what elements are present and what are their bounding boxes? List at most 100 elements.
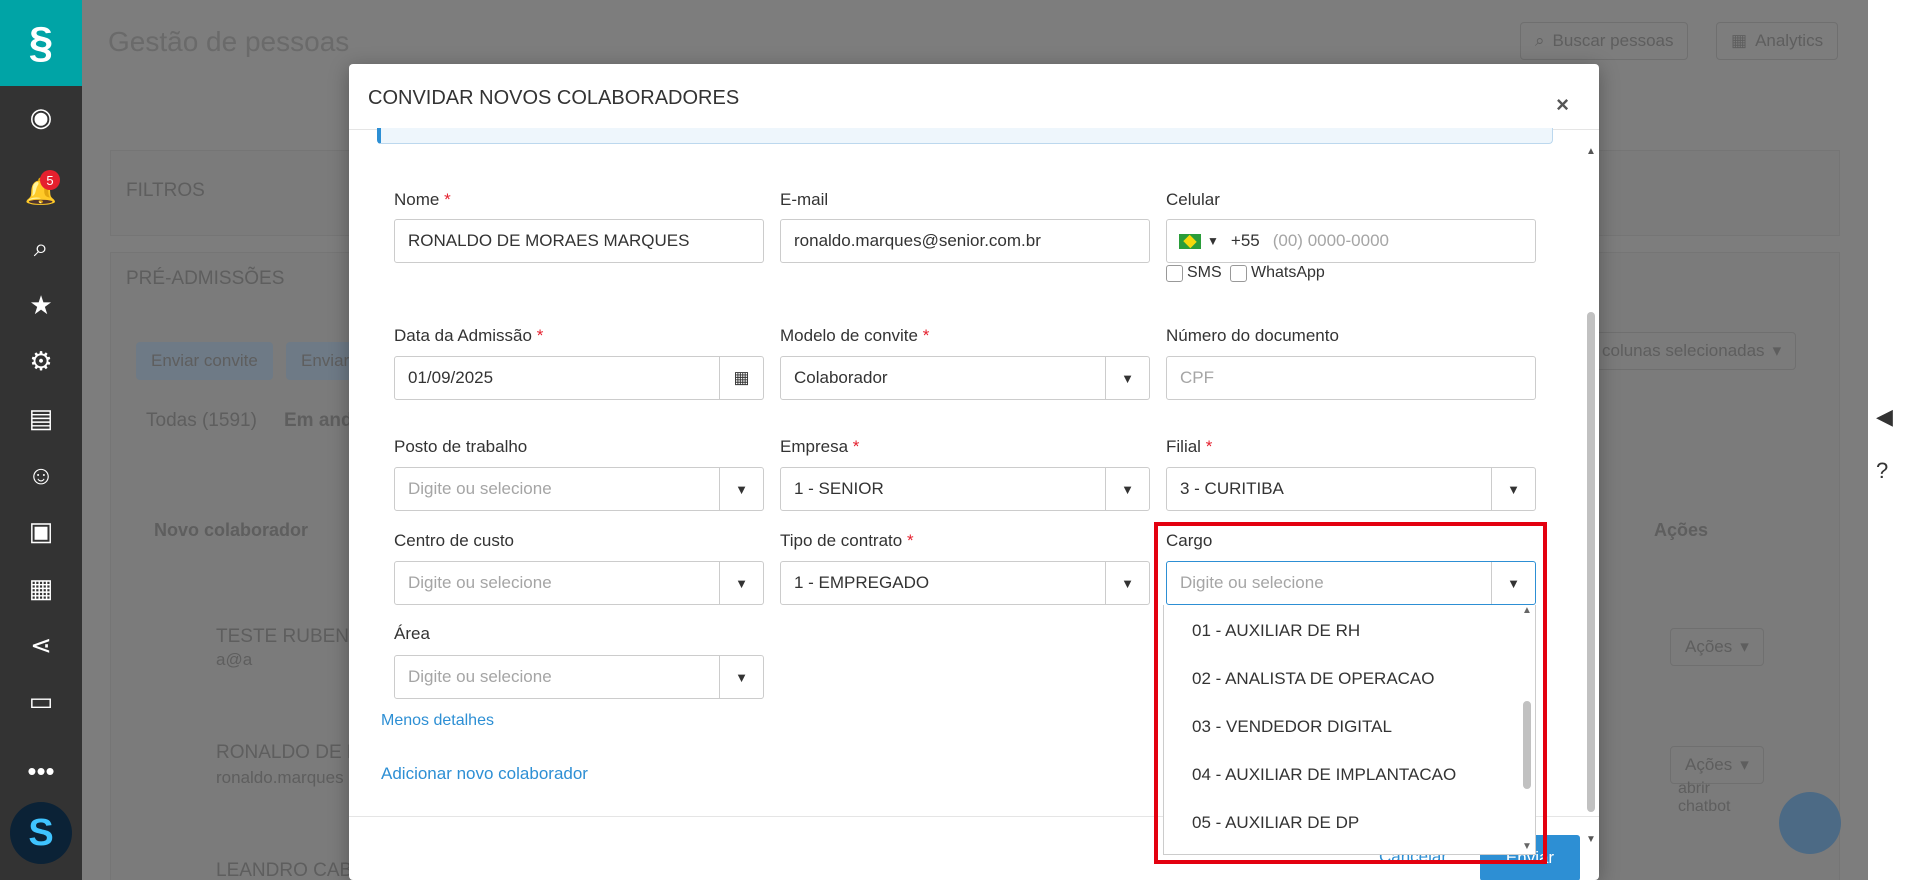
phone-country-code: +55 xyxy=(1230,231,1260,250)
row-actions-button[interactable]: Ações ▾ xyxy=(1670,746,1764,784)
row-employee-name: LEANDRO CABE xyxy=(216,860,365,880)
notifications-icon[interactable]: 🔔 5 xyxy=(0,166,82,216)
columns-selector[interactable]: colunas selecionadas ▾ xyxy=(1587,332,1797,370)
chatbot-image-alt[interactable]: abrir chatbot xyxy=(1678,780,1748,816)
chevron-down-icon[interactable]: ▼ xyxy=(719,468,763,510)
company-value: 1 - SENIOR xyxy=(794,479,884,498)
row-actions-button[interactable]: Ações ▾ xyxy=(1670,628,1764,666)
chevron-down-icon: ▼ xyxy=(1207,234,1219,248)
backpack-icon[interactable]: ▦ xyxy=(0,563,82,613)
tab-all[interactable]: Todas (1591) xyxy=(146,410,257,432)
fab-menu-button[interactable] xyxy=(1779,792,1841,854)
send-invite-button[interactable]: Enviar convite xyxy=(136,342,273,380)
email-field[interactable]: ronaldo.marques@senior.com.br xyxy=(780,219,1150,263)
required-mark: * xyxy=(906,531,914,550)
whatsapp-label: WhatsApp xyxy=(1251,264,1325,281)
announcement-icon[interactable]: ◀ xyxy=(1876,404,1893,430)
required-mark: * xyxy=(1205,437,1213,456)
chevron-down-icon: ▾ xyxy=(1740,755,1749,774)
contract-type-value: 1 - EMPREGADO xyxy=(794,573,930,592)
sms-checkbox[interactable] xyxy=(1166,264,1183,282)
row-employee-name: TESTE RUBENS xyxy=(216,626,362,647)
sms-option[interactable]: SMS xyxy=(1166,264,1222,282)
monitor-icon[interactable]: ▭ xyxy=(0,676,82,726)
share-icon[interactable]: ⋖ xyxy=(0,620,82,670)
invite-model-label-text: Modelo de convite xyxy=(780,326,918,345)
row-actions-label: Ações xyxy=(1685,637,1733,656)
branch-select[interactable]: 3 - CURITIBA ▼ xyxy=(1166,467,1536,511)
tab-in-progress[interactable]: Em and xyxy=(284,410,353,432)
team-icon[interactable]: ☺ xyxy=(0,450,82,500)
invite-model-value: Colaborador xyxy=(794,368,888,387)
cost-center-select[interactable]: Digite ou selecione ▼ xyxy=(394,561,764,605)
country-selector[interactable]: ▼ xyxy=(1167,233,1219,249)
tractor-icon[interactable]: ⚙ xyxy=(0,336,82,386)
phone-placeholder: (00) 0000-0000 xyxy=(1272,231,1389,250)
senior-logo-icon[interactable]: § xyxy=(0,0,82,86)
senior-x-logo-icon[interactable]: S xyxy=(10,802,72,864)
admission-date-field[interactable]: 01/09/2025 ▦ xyxy=(394,356,764,400)
row-employee-email: a@a xyxy=(216,650,253,669)
help-icon[interactable]: ? xyxy=(1876,458,1888,484)
close-icon[interactable]: × xyxy=(1556,92,1569,118)
chevron-down-icon[interactable]: ▼ xyxy=(1105,357,1149,399)
admission-date-value: 01/09/2025 xyxy=(408,368,494,387)
scrollbar-thumb[interactable] xyxy=(1587,312,1595,812)
add-new-employee-link[interactable]: Adicionar novo colaborador xyxy=(381,764,588,784)
area-label: Área xyxy=(394,624,430,643)
name-value: RONALDO DE MORAES MARQUES xyxy=(408,231,690,250)
search-people-button[interactable]: ⌕ Buscar pessoas xyxy=(1520,22,1689,60)
chevron-down-icon: ▾ xyxy=(1740,637,1749,656)
page-title: Gestão de pessoas xyxy=(108,26,350,57)
right-utility-bar: ◀ ? xyxy=(1868,0,1906,880)
analytics-label: Analytics xyxy=(1755,31,1824,50)
cost-center-placeholder: Digite ou selecione xyxy=(408,573,552,592)
analytics-button[interactable]: ▦ Analytics xyxy=(1716,22,1839,60)
required-mark: * xyxy=(444,190,451,209)
area-select[interactable]: Digite ou selecione ▼ xyxy=(394,655,764,699)
modal-scrollbar[interactable]: ▲ ▼ xyxy=(1585,140,1597,845)
admission-date-label-text: Data da Admissão xyxy=(394,326,532,345)
contract-type-select[interactable]: 1 - EMPREGADO ▼ xyxy=(780,561,1150,605)
name-label-text: Nome xyxy=(394,190,440,209)
email-label: E-mail xyxy=(780,190,829,209)
chevron-down-icon[interactable]: ▼ xyxy=(719,656,763,698)
company-select[interactable]: 1 - SENIOR ▼ xyxy=(780,467,1150,511)
notification-badge: 5 xyxy=(40,170,60,190)
briefcase-icon[interactable]: ▣ xyxy=(0,506,82,556)
chevron-down-icon[interactable]: ▼ xyxy=(1105,562,1149,604)
filters-title: FILTROS xyxy=(126,180,205,201)
send-button[interactable]: Enviar xyxy=(286,342,352,380)
inbox-icon[interactable]: ▤ xyxy=(0,393,82,443)
side-navigation: § ◉ 🔔 5 ⌕ ★ ⚙ ▤ ☺ ▣ ▦ ⋖ ▭ ••• S xyxy=(0,0,82,880)
send-label: Enviar xyxy=(301,351,350,370)
document-number-placeholder: CPF xyxy=(1180,368,1214,387)
modal-header: CONVIDAR NOVOS COLABORADORES × xyxy=(349,64,1599,130)
grid-icon: ▦ xyxy=(1731,31,1748,50)
branch-value: 3 - CURITIBA xyxy=(1180,479,1284,498)
chevron-down-icon[interactable]: ▼ xyxy=(1491,468,1535,510)
favorites-star-icon[interactable]: ★ xyxy=(0,280,82,330)
company-label-text: Empresa xyxy=(780,437,849,456)
phone-field[interactable]: ▼ +55 (00) 0000-0000 xyxy=(1166,219,1536,263)
document-number-field[interactable]: CPF xyxy=(1166,356,1536,400)
contract-type-label-text: Tipo de contrato xyxy=(780,531,903,550)
admission-date-label: Data da Admissão * xyxy=(394,326,543,346)
whatsapp-option[interactable]: WhatsApp xyxy=(1230,264,1325,282)
scroll-up-arrow-icon[interactable]: ▲ xyxy=(1585,146,1597,157)
name-field[interactable]: RONALDO DE MORAES MARQUES xyxy=(394,219,764,263)
calendar-icon[interactable]: ▦ xyxy=(719,357,763,399)
workplace-select[interactable]: Digite ou selecione ▼ xyxy=(394,467,764,511)
invite-model-select[interactable]: Colaborador ▼ xyxy=(780,356,1150,400)
search-icon[interactable]: ⌕ xyxy=(0,223,82,273)
highlight-box xyxy=(1154,522,1547,864)
more-options-icon[interactable]: ••• xyxy=(0,746,82,796)
modal-title: CONVIDAR NOVOS COLABORADORES xyxy=(368,87,740,109)
chevron-down-icon[interactable]: ▼ xyxy=(1105,468,1149,510)
less-details-link[interactable]: Menos detalhes xyxy=(381,712,494,730)
branch-label-text: Filial xyxy=(1166,437,1201,456)
user-profile-icon[interactable]: ◉ xyxy=(0,92,82,142)
required-mark: * xyxy=(536,326,544,345)
chevron-down-icon[interactable]: ▼ xyxy=(719,562,763,604)
whatsapp-checkbox[interactable] xyxy=(1230,264,1247,282)
